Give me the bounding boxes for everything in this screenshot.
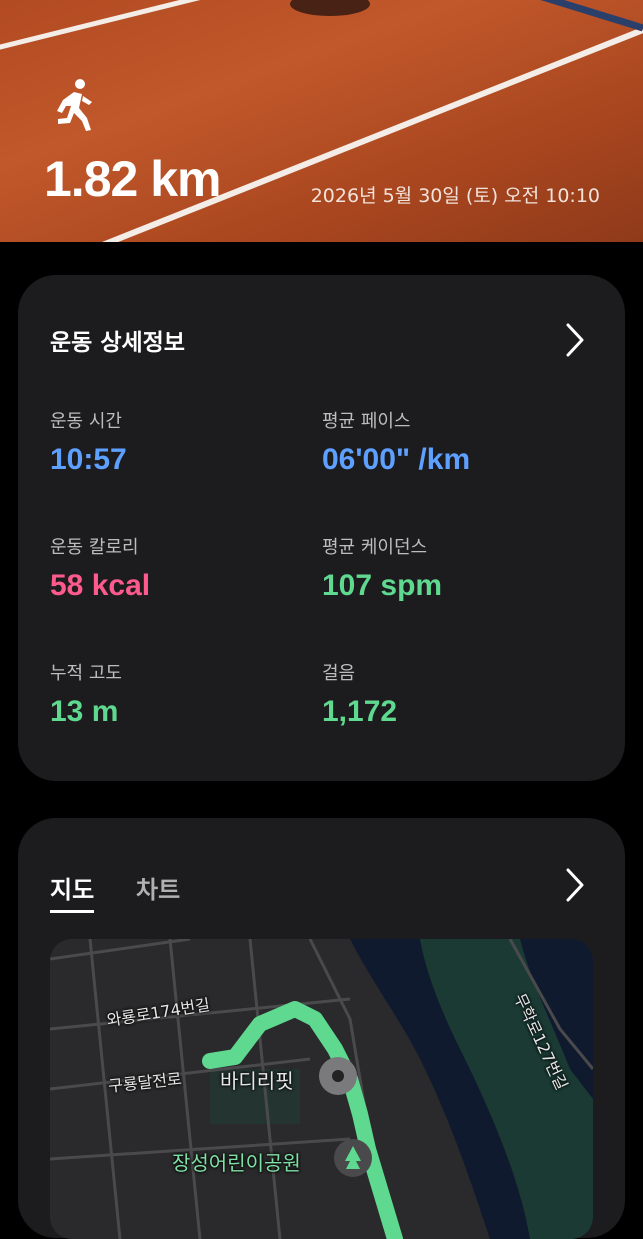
stat-value: 10:57 (50, 443, 127, 476)
stat-value: 107 spm (322, 569, 443, 602)
stat-average-pace: 평균 페이스 06'00" /km (322, 407, 470, 477)
details-title: 운동 상세정보 (50, 330, 185, 356)
distance-value: 1.82 km (44, 151, 221, 207)
map-chart-card: 지도 차트 와룡로174번길 구룡달전로 바디리핏 장성어린이공원 무학로127… (18, 818, 625, 1239)
chevron-right-icon[interactable] (565, 868, 585, 902)
workout-datetime: 2026년 5월 30일 (토) 오전 10:10 (310, 185, 600, 207)
map-label-park: 장성어린이공원 (172, 1151, 301, 1175)
running-person-icon (57, 79, 92, 131)
hero-banner: 1.82 km 2026년 5월 30일 (토) 오전 10:10 (0, 0, 643, 242)
stat-label: 걸음 (322, 663, 356, 684)
stat-calories: 운동 칼로리 58 kcal (50, 533, 150, 603)
stat-label: 운동 칼로리 (50, 537, 139, 558)
stat-value: 06'00" /km (322, 443, 471, 476)
stat-elevation-gain: 누적 고도 13 m (50, 659, 122, 729)
route-map[interactable]: 와룡로174번길 구룡달전로 바디리핏 장성어린이공원 무학로127번길 (50, 939, 593, 1239)
stat-value: 13 m (50, 695, 119, 728)
stat-value: 58 kcal (50, 569, 151, 602)
stat-label: 운동 시간 (50, 411, 122, 432)
stat-workout-time: 운동 시간 10:57 (50, 407, 127, 477)
stat-label: 평균 페이스 (322, 411, 411, 432)
stat-steps: 걸음 1,172 (322, 659, 397, 729)
tab-chart[interactable]: 차트 (136, 870, 180, 905)
tab-map[interactable]: 지도 (50, 870, 95, 913)
workout-details-card[interactable]: 운동 상세정보 운동 시간 10:57 평균 페이스 06'00" /km 운동… (18, 275, 625, 781)
stat-value: 1,172 (322, 695, 398, 728)
map-label-place: 바디리핏 (220, 1069, 294, 1093)
chevron-right-icon[interactable] (565, 323, 585, 357)
stat-label: 평균 케이던스 (322, 537, 428, 558)
stat-cadence: 평균 케이던스 107 spm (322, 533, 442, 603)
stat-label: 누적 고도 (50, 663, 122, 684)
